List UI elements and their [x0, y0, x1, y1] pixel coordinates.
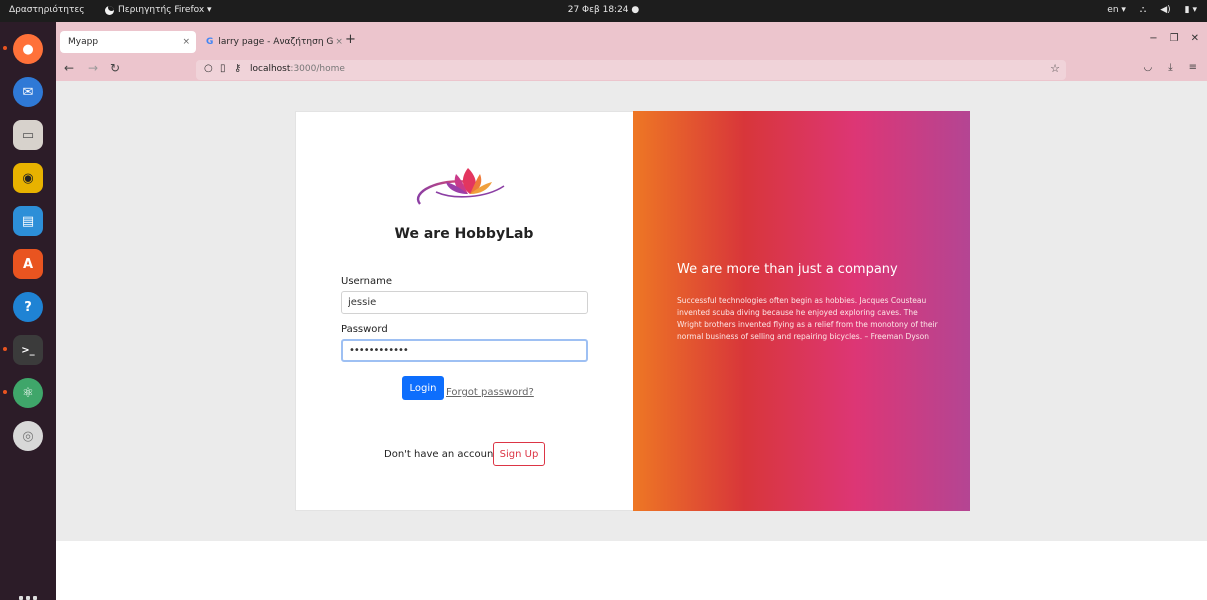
username-label: Username [341, 276, 392, 287]
network-icon: ⛬ [1139, 5, 1147, 15]
password-field[interactable] [341, 339, 588, 362]
show-applications-icon[interactable] [17, 594, 39, 600]
close-tab-icon[interactable]: × [182, 37, 190, 47]
downloads-icon[interactable]: ⤓ [1168, 62, 1172, 73]
sign-up-button[interactable]: Sign Up [493, 442, 545, 466]
menu-icon[interactable]: ≡ [1189, 62, 1197, 73]
username-field[interactable] [341, 291, 588, 314]
running-indicator [3, 347, 7, 351]
page-info-icon[interactable]: ▯ [220, 63, 226, 74]
minimize-icon[interactable]: − [1149, 33, 1157, 44]
help-icon[interactable]: ? [13, 292, 43, 322]
system-top-bar: Δραστηριότητες Περιηγητής Firefox ▾ 27 Φ… [0, 0, 1207, 22]
close-tab-icon[interactable]: × [335, 37, 343, 47]
system-tray[interactable]: en ▾ ⛬ ◀) ▮ ▾ [1107, 5, 1197, 15]
tab-google-search[interactable]: G larry page - Αναζήτηση G × [198, 31, 356, 53]
battery-icon: ▮ ▾ [1184, 5, 1197, 15]
window-controls: − ❐ ✕ [1149, 33, 1199, 44]
tab-label: larry page - Αναζήτηση G [218, 37, 334, 47]
lotus-logo-icon [416, 168, 505, 205]
bookmark-star-icon[interactable]: ☆ [1050, 62, 1060, 75]
tab-bar: Myapp × G larry page - Αναζήτηση G × + −… [56, 22, 1207, 59]
promo-title: We are more than just a company [677, 262, 898, 277]
new-tab-button[interactable]: + [345, 32, 356, 47]
app-center-icon[interactable]: A [13, 249, 43, 279]
maximize-icon[interactable]: ❐ [1170, 33, 1179, 44]
address-bar[interactable]: ○ ▯ ⚷ localhost:3000/home ☆ [196, 60, 1066, 80]
rhythmbox-icon[interactable]: ◉ [13, 163, 43, 193]
url-text[interactable]: localhost:3000/home [250, 64, 345, 74]
back-icon[interactable]: ← [64, 61, 74, 75]
no-account-text: Don't have an account? [384, 449, 503, 460]
files-icon[interactable]: ▭ [13, 120, 43, 150]
password-label: Password [341, 324, 388, 335]
disc-icon[interactable]: ◎ [13, 421, 43, 451]
close-window-icon[interactable]: ✕ [1191, 33, 1199, 44]
forward-icon[interactable]: → [88, 61, 98, 75]
atom-icon[interactable]: ⚛ [13, 378, 43, 408]
reload-icon[interactable]: ↻ [110, 61, 120, 75]
google-icon: G [206, 37, 214, 47]
page-bottom [56, 541, 1207, 600]
running-indicator [3, 390, 7, 394]
toolbar-right: ◡ ⤓ ≡ [1143, 62, 1197, 73]
libreoffice-writer-icon[interactable]: ▤ [13, 206, 43, 236]
thunderbird-icon[interactable]: ✉ [13, 77, 43, 107]
tab-label: Myapp [68, 37, 99, 47]
brand-headline: We are HobbyLab [394, 226, 534, 242]
tracking-protection-icon[interactable]: ○ [204, 63, 213, 74]
forgot-password-link[interactable]: Forgot password? [446, 387, 534, 398]
promo-pane: We are more than just a company Successf… [633, 111, 970, 511]
login-pane: We are HobbyLab Username Password Login … [295, 111, 633, 511]
promo-quote: Successful technologies often begin as h… [677, 296, 938, 341]
language-indicator[interactable]: en ▾ [1107, 5, 1126, 15]
pocket-icon[interactable]: ◡ [1143, 62, 1152, 73]
navigation-bar: ← → ↻ ○ ▯ ⚷ localhost:3000/home ☆ ◡ ⤓ ≡ [56, 59, 1207, 81]
tab-myapp[interactable]: Myapp × [60, 31, 196, 53]
login-button[interactable]: Login [402, 376, 444, 400]
terminal-icon[interactable]: >_ [13, 335, 43, 365]
running-indicator [3, 46, 7, 50]
volume-icon: ◀) [1160, 5, 1171, 15]
page-viewport: We are HobbyLab Username Password Login … [56, 81, 1207, 541]
key-icon[interactable]: ⚷ [234, 63, 241, 74]
dock: ● ✉ ▭ ◉ ▤ A ? >_ ⚛ ◎ [0, 22, 56, 600]
firefox-icon[interactable]: ● [13, 34, 43, 64]
clock[interactable]: 27 Φεβ 18:24 ● [0, 5, 1207, 15]
login-card: We are HobbyLab Username Password Login … [295, 111, 970, 511]
